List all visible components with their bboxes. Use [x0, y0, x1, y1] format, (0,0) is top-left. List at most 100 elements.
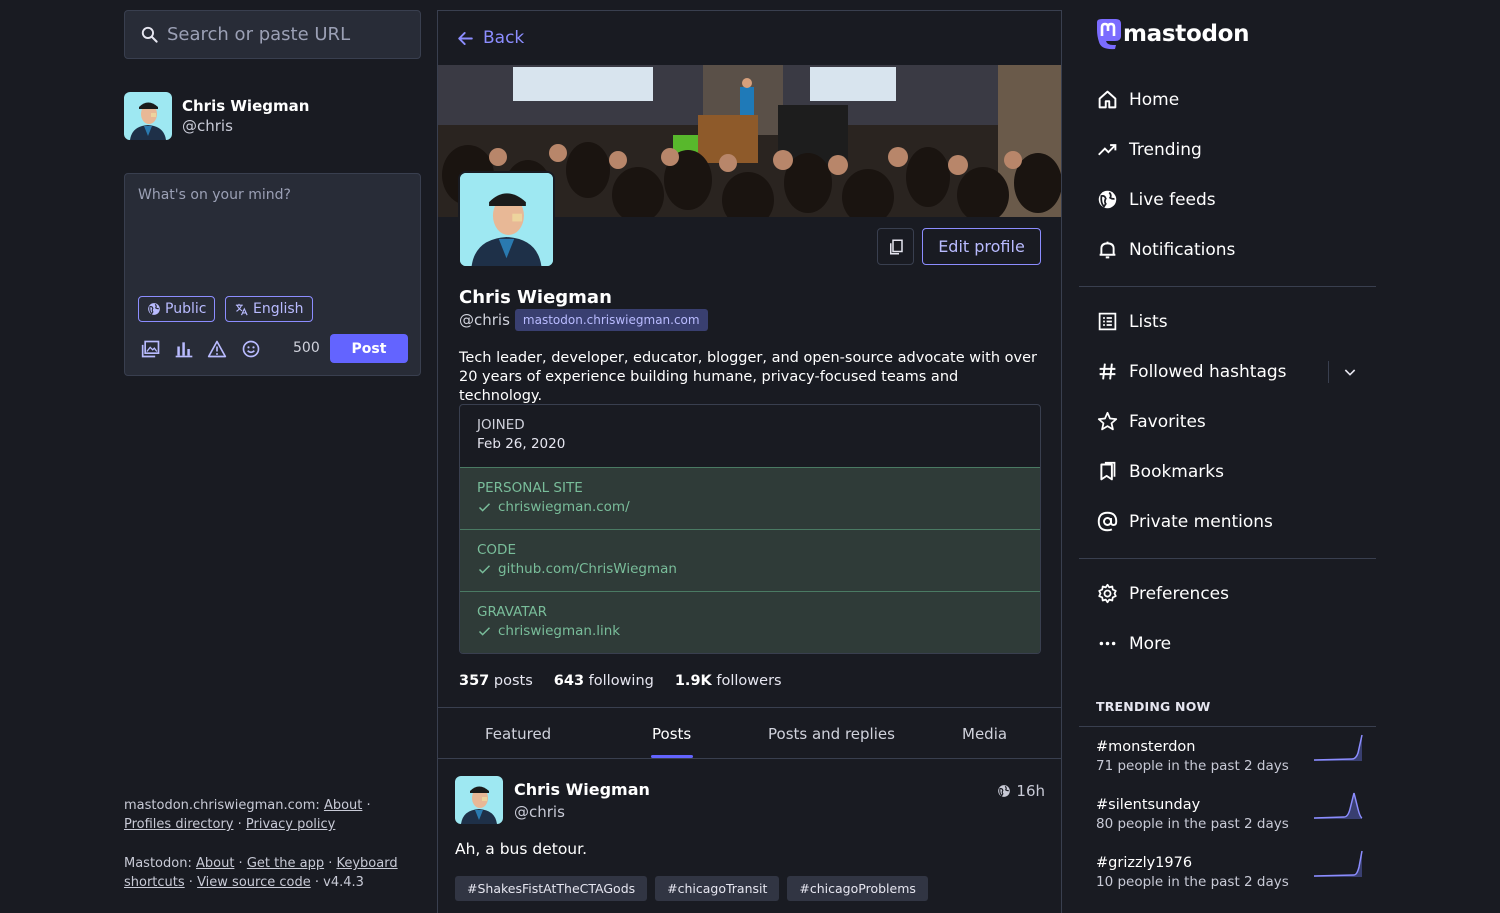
star-icon: [1097, 411, 1118, 431]
check-icon: [478, 502, 491, 512]
footer: mastodon.chriswiegman.com: About · Profi…: [124, 798, 398, 890]
list-icon: [1098, 312, 1117, 331]
sparkline: [1313, 734, 1363, 761]
nav-item-trending[interactable]: Trending: [1097, 139, 1202, 160]
profile-domain-badge[interactable]: mastodon.chriswiegman.com: [514, 309, 708, 331]
mastodon-logo-icon: [1097, 19, 1121, 50]
visibility-button[interactable]: Public: [138, 296, 216, 322]
field-code: CODE github.com/ChrisWiegman: [460, 529, 1040, 591]
status-timestamp[interactable]: 16h: [997, 782, 1045, 800]
hashtag-icon: [1099, 363, 1116, 380]
trending-tag[interactable]: #grizzly1976 10 people in the past 2 day…: [1096, 850, 1366, 905]
nav-item-home[interactable]: Home: [1097, 89, 1179, 110]
footer-server: mastodon.chriswiegman.com:: [124, 798, 320, 813]
active-tab-indicator: [651, 755, 693, 758]
back-button[interactable]: Back: [438, 11, 1061, 65]
gear-icon: [1098, 583, 1117, 604]
nav-item-followed-hashtags[interactable]: Followed hashtags: [1097, 361, 1287, 382]
footer-about-mastodon-link[interactable]: About: [196, 856, 234, 871]
field-value-link[interactable]: chriswiegman.link: [498, 623, 620, 639]
trending-divider: [1079, 726, 1376, 727]
language-button[interactable]: English: [225, 296, 313, 322]
nav-item-more[interactable]: More: [1097, 633, 1171, 654]
hashtag-link[interactable]: #chicagoProblems: [787, 876, 928, 901]
following-count[interactable]: 643 following: [554, 673, 654, 689]
chevron-down-icon: [1344, 369, 1356, 376]
language-label: English: [253, 301, 304, 317]
footer-get-app-link[interactable]: Get the app: [247, 856, 324, 871]
expand-hashtags-button[interactable]: [1328, 361, 1358, 383]
more-icon: [1099, 641, 1116, 646]
avatar[interactable]: [455, 776, 503, 824]
post-button[interactable]: Post: [330, 334, 408, 363]
hashtag-link[interactable]: #ShakesFistAtTheCTAGods: [455, 876, 648, 901]
status-content: Ah, a bus detour.: [455, 840, 588, 858]
profile-handle-row: @chris mastodon.chriswiegman.com: [459, 309, 708, 331]
nav-item-favorites[interactable]: Favorites: [1097, 411, 1206, 432]
tab-featured[interactable]: Featured: [485, 725, 551, 743]
profile-counts: 357 posts 643 following 1.9K followers: [459, 673, 782, 689]
image-icon[interactable]: [141, 339, 161, 359]
followers-count[interactable]: 1.9K followers: [675, 673, 782, 689]
compose-box: Public English 500 Post: [124, 173, 421, 376]
status-author-handle: @chris: [514, 803, 565, 821]
nav-item-lists[interactable]: Lists: [1097, 311, 1168, 332]
profile-handle: @chris: [459, 311, 510, 329]
tab-posts-and-replies[interactable]: Posts and replies: [768, 725, 895, 743]
visibility-label: Public: [165, 301, 207, 317]
footer-profiles-directory-link[interactable]: Profiles directory: [124, 817, 233, 832]
profile-tabs: Featured Posts Posts and replies Media: [438, 707, 1061, 759]
hashtag-link[interactable]: #chicagoTransit: [655, 876, 780, 901]
status-author-name[interactable]: Chris Wiegman: [514, 780, 650, 799]
trending-tag[interactable]: #monsterdon 71 people in the past 2 days: [1096, 734, 1366, 789]
check-icon: [478, 626, 491, 636]
sparkline: [1313, 792, 1363, 819]
avatar[interactable]: [124, 92, 172, 140]
field-label: GRAVATAR: [477, 604, 548, 620]
nav-item-private-mentions[interactable]: Private mentions: [1097, 511, 1273, 532]
emoji-icon[interactable]: [241, 339, 261, 359]
footer-about-link[interactable]: About: [324, 798, 362, 813]
warning-icon[interactable]: [207, 339, 227, 359]
nav-item-notifications[interactable]: Notifications: [1097, 239, 1235, 260]
trending-header: TRENDING NOW: [1096, 699, 1211, 714]
posts-count[interactable]: 357 posts: [459, 673, 533, 689]
compose-textarea[interactable]: [138, 187, 408, 287]
sparkline: [1313, 850, 1363, 877]
edit-profile-button[interactable]: Edit profile: [922, 228, 1041, 265]
nav-divider: [1079, 558, 1376, 559]
tab-media[interactable]: Media: [962, 725, 1007, 743]
search-icon: [141, 26, 158, 43]
trending-tag[interactable]: #silentsunday 80 people in the past 2 da…: [1096, 792, 1366, 847]
footer-mastodon-label: Mastodon:: [124, 856, 192, 871]
poll-icon[interactable]: [174, 339, 194, 359]
footer-privacy-link[interactable]: Privacy policy: [246, 817, 335, 832]
search-input[interactable]: [167, 24, 407, 45]
current-user[interactable]: Chris Wiegman @chris: [124, 92, 421, 140]
globe-icon: [148, 303, 160, 315]
copy-link-button[interactable]: [877, 228, 914, 265]
profile-avatar[interactable]: [458, 171, 555, 268]
arrow-left-icon: [458, 31, 473, 45]
bookmark-icon: [1100, 461, 1116, 481]
current-user-handle: @chris: [182, 117, 233, 135]
at-icon: [1097, 511, 1118, 532]
nav-item-bookmarks[interactable]: Bookmarks: [1097, 461, 1224, 482]
nav-divider: [1079, 286, 1376, 287]
current-user-name: Chris Wiegman: [182, 97, 310, 115]
nav-item-live-feeds[interactable]: Live feeds: [1097, 189, 1216, 210]
field-value-link[interactable]: github.com/ChrisWiegman: [498, 561, 677, 577]
joined-field: JOINED Feb 26, 2020: [460, 405, 1040, 467]
footer-version: v4.4.3: [323, 875, 364, 890]
profile-display-name: Chris Wiegman: [459, 287, 612, 308]
profile-bio: Tech leader, developer, educator, blogge…: [459, 350, 1037, 404]
footer-source-link[interactable]: View source code: [197, 875, 311, 890]
globe-icon: [1098, 190, 1117, 209]
field-value-link[interactable]: chriswiegman.com/: [498, 499, 630, 515]
search-box[interactable]: [124, 10, 421, 59]
nav-item-preferences[interactable]: Preferences: [1097, 583, 1229, 604]
tab-posts[interactable]: Posts: [652, 725, 691, 743]
status-post[interactable]: Chris Wiegman @chris 16h Ah, a bus detou…: [438, 760, 1061, 913]
profile-column: Back Edit profile Chris Wiegman @chris m…: [437, 10, 1062, 913]
mastodon-logo[interactable]: mastodon: [1094, 18, 1250, 50]
